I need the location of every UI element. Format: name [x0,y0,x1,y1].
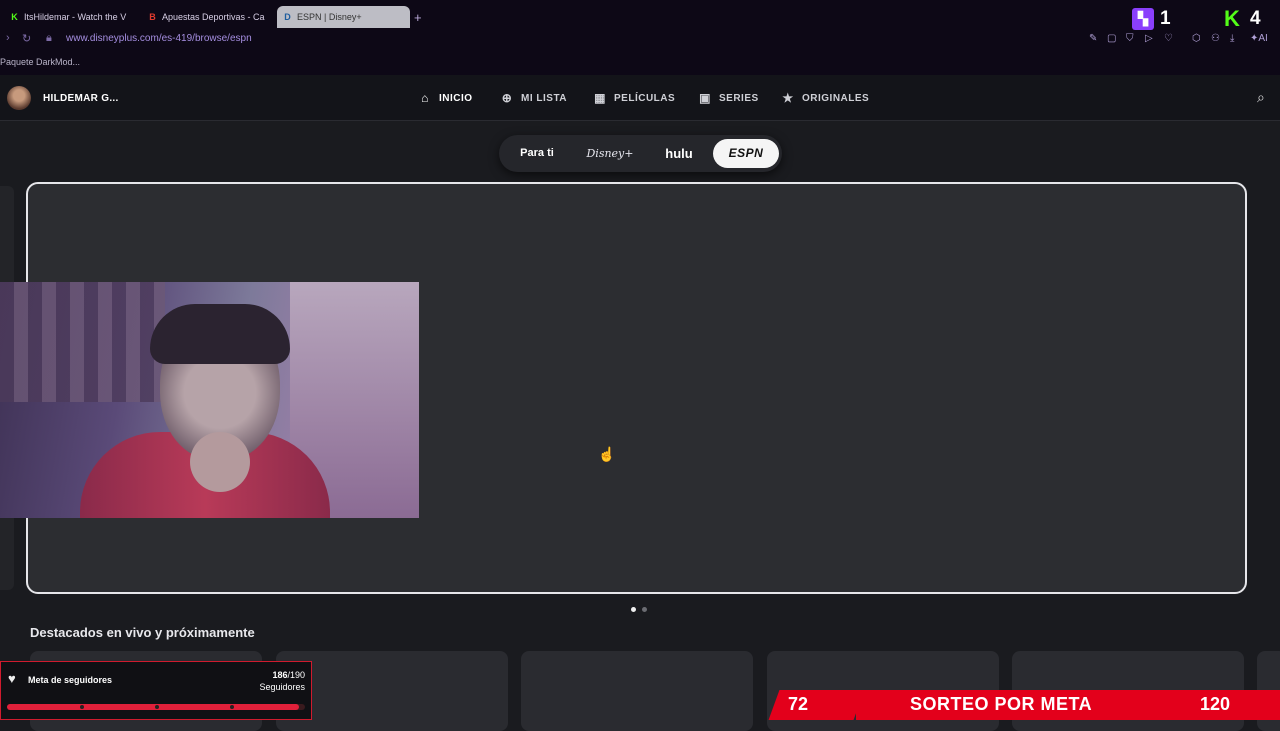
bookmark-item[interactable]: Paquete DarkMod... [0,57,80,67]
pin-icon[interactable]: ✎ [1089,33,1097,44]
webcam-background-shelf [0,282,165,402]
address-bar: › ↻ 🔒︎ www.disneyplus.com/es-419/browse/… [0,30,1280,48]
goal-current: 186 [272,670,288,680]
nav-peliculas[interactable]: ▦ PELÍCULAS [593,91,675,105]
webcam-person-headset [150,304,290,364]
plus-icon: ⊕ [501,91,513,105]
tv-icon: ▣ [699,91,711,105]
avatar[interactable] [7,86,31,110]
nav-label: ORIGINALES [802,92,870,104]
goal-unit: Seguidores [259,682,305,692]
forward-icon[interactable]: › [6,32,10,44]
tab-apuestas[interactable]: B Apuestas Deportivas - Ca [142,6,272,28]
follower-goal-widget: ♥ Meta de seguidores 186/190 Seguidores [0,661,312,720]
section-title: Destacados en vivo y próximamente [30,625,255,640]
nav-inicio[interactable]: ⌂ INICIO [418,91,473,105]
carousel-dot-active[interactable] [631,607,636,612]
sorteo-banner: 72 SORTEO POR META 120 [760,690,1280,720]
url-field[interactable]: www.disneyplus.com/es-419/browse/espn [66,33,252,44]
goal-tick [230,705,234,709]
brand-hulu[interactable]: hulu [649,139,709,168]
goal-target: /190 [287,670,305,680]
heart-icon[interactable]: ♡ [1164,33,1173,44]
bookmaker-icon: B [149,11,156,22]
shield-icon[interactable]: ⛉ [1126,33,1134,44]
goal-tick [80,705,84,709]
tab-kick[interactable]: K ItsHildemar - Watch the V [4,6,140,28]
reload-icon[interactable]: ↻ [22,32,31,45]
nav-label: MI LISTA [521,92,568,104]
browser-chrome: K ItsHildemar - Watch the V B Apuestas D… [0,0,1280,75]
tab-espn-disney[interactable]: D ESPN | Disney+ [277,6,410,28]
webcam-overlay [0,282,419,518]
lock-icon[interactable]: 🔒︎ [46,32,52,45]
heart-icon: ♥ [8,671,16,686]
search-icon[interactable]: ⌕ [1257,89,1265,106]
tab-title: Apuestas Deportivas - Ca [162,12,265,22]
nav-label: PELÍCULAS [614,92,676,104]
brand-disney[interactable]: Disney+ [579,139,641,168]
brand-espn[interactable]: ESPN [713,139,779,168]
nav-mi-lista[interactable]: ⊕ MI LISTA [500,91,567,105]
carousel-dot[interactable] [642,607,647,612]
nav-label: INICIO [439,92,473,104]
sorteo-label: SORTEO POR META [910,694,1093,714]
bookmark-icon[interactable]: ▢ [1107,33,1116,44]
brand-selector: Para ti Disney+ hulu ESPN [499,135,782,172]
sorteo-right-number: 120 [1200,694,1231,714]
nav-originales[interactable]: ★ ORIGINALES [781,91,869,105]
twitch-viewer-count: 1 [1160,8,1171,29]
kick-logo-icon: K [1224,6,1240,31]
goal-tick [155,705,159,709]
disney-header: HILDEMAR G... ⌂ INICIO ⊕ MI LISTA ▦ PELÍ… [0,75,1280,121]
tab-bar: K ItsHildemar - Watch the V B Apuestas D… [0,4,1280,28]
new-tab-button[interactable]: + [414,10,422,25]
hand-cursor-icon: ☝ [598,446,616,462]
goal-count: 186/190 Seguidores [259,669,305,693]
ai-icon[interactable]: ✦AI [1250,33,1268,44]
home-icon: ⌂ [421,91,429,105]
nav-series[interactable]: ▣ SERIES [698,91,759,105]
extensions-icon[interactable]: ⬡ [1192,33,1201,44]
carousel-dots [631,607,647,612]
film-icon: ▦ [594,91,606,105]
content-card[interactable] [521,651,753,731]
profile-icon[interactable]: ⚇ [1211,33,1220,44]
profile-name[interactable]: HILDEMAR G... [43,93,119,104]
sorteo-left-number: 72 [788,694,809,714]
star-icon: ★ [782,91,794,105]
kick-viewer-count: 4 [1250,8,1261,29]
disney-icon: D [284,11,291,22]
tab-title: ItsHildemar - Watch the V [24,12,127,22]
kick-icon: K [11,11,18,22]
banner-stripe [768,690,865,720]
twitch-icon: ▚ [1132,8,1154,30]
bookmarks-bar: Paquete DarkMod... [0,57,80,67]
webcam-person-hand [190,432,250,492]
nav-label: SERIES [719,92,759,104]
play-icon[interactable]: ▷ [1145,33,1153,44]
goal-title: Meta de seguidores [28,675,113,685]
download-icon[interactable]: ⤓ [1230,33,1234,44]
goal-progress-fill [7,704,299,710]
tab-title: ESPN | Disney+ [297,12,362,22]
brand-para-ti[interactable]: Para ti [507,139,567,168]
